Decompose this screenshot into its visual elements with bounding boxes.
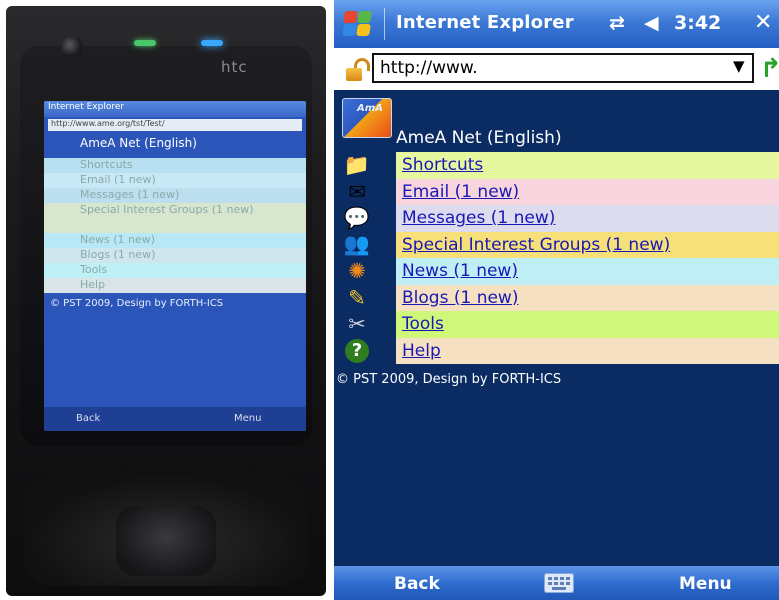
menu-link-news[interactable]: News (1 new) bbox=[402, 261, 518, 281]
messages-icon: 💬 bbox=[343, 205, 371, 230]
site-footer: © PST 2009, Design by FORTH-ICS bbox=[336, 372, 562, 387]
address-bar: http://www. ▼ ↱ bbox=[334, 48, 779, 90]
menu-link-messages[interactable]: Messages (1 new) bbox=[402, 208, 555, 228]
url-input[interactable]: http://www. bbox=[372, 53, 754, 83]
volume-icon[interactable]: ◀ bbox=[644, 12, 659, 34]
menu-item-news[interactable]: ✺ News (1 new) bbox=[334, 258, 779, 285]
mini-title-bar: Internet Explorer bbox=[44, 101, 306, 117]
menu-item-email[interactable]: ✉ Email (1 new) bbox=[334, 178, 779, 205]
title-bar: Internet Explorer ⇄ ◀ 3:42 ✕ bbox=[334, 0, 779, 48]
menu-link-shortcuts[interactable]: Shortcuts bbox=[402, 155, 483, 175]
mini-row: Special Interest Groups (1 new) bbox=[44, 203, 306, 233]
connectivity-icon[interactable]: ⇄ bbox=[609, 12, 625, 34]
mini-address: http://www.ame.org/tst/Test/ bbox=[48, 119, 302, 131]
mini-softkey-right: Menu bbox=[234, 413, 262, 424]
windows-start-icon[interactable] bbox=[342, 10, 372, 38]
mini-row: Email (1 new) bbox=[44, 173, 306, 188]
menu-item-shortcuts[interactable]: 📁 Shortcuts bbox=[334, 152, 779, 179]
menu-item-special-interest-groups[interactable]: 👥 Special Interest Groups (1 new) bbox=[334, 231, 779, 258]
tools-icon: ✂ bbox=[348, 312, 366, 336]
menu-link-help[interactable]: Help bbox=[402, 341, 441, 361]
phone-screen-photo: Internet Explorer http://www.ame.org/tst… bbox=[44, 101, 306, 431]
help-icon: ? bbox=[338, 338, 376, 364]
keyboard-icon[interactable] bbox=[544, 573, 574, 593]
phone-dpad bbox=[116, 506, 216, 576]
menu-link-blogs[interactable]: Blogs (1 new) bbox=[402, 288, 518, 308]
mini-footer: © PST 2009, Design by FORTH-ICS bbox=[50, 298, 224, 309]
mini-row: News (1 new) bbox=[44, 233, 306, 248]
close-button[interactable]: ✕ bbox=[754, 10, 779, 38]
mini-row: Tools bbox=[44, 263, 306, 278]
softkey-bar: Back Menu bbox=[334, 566, 779, 600]
go-arrow-icon[interactable]: ↱ bbox=[760, 54, 779, 84]
menu-link-email[interactable]: Email (1 new) bbox=[402, 182, 519, 202]
menu-softkey[interactable]: Menu bbox=[679, 574, 732, 594]
mini-row: Shortcuts bbox=[44, 158, 306, 173]
shortcuts-icon: 📁 bbox=[343, 152, 371, 177]
site-logo-mark: AmA bbox=[357, 103, 383, 114]
status-led-green bbox=[134, 40, 156, 46]
menu-item-help[interactable]: ? Help bbox=[334, 337, 779, 364]
menu-row-bg bbox=[396, 311, 779, 338]
clock[interactable]: 3:42 bbox=[674, 12, 721, 34]
mini-row: Blogs (1 new) bbox=[44, 248, 306, 263]
site-title: AmeA Net (English) bbox=[396, 128, 562, 148]
email-icon: ✉ bbox=[348, 179, 366, 204]
url-dropdown-arrow[interactable]: ▼ bbox=[733, 57, 745, 75]
page-content: AmA AmeA Net (English) 📁 Shortcuts ✉ Ema… bbox=[334, 90, 779, 585]
menu-item-tools[interactable]: ✂ Tools bbox=[334, 311, 779, 338]
menu-link-tools[interactable]: Tools bbox=[402, 314, 444, 334]
mini-softkey-left: Back bbox=[76, 413, 101, 424]
mini-site-title: AmeA Net (English) bbox=[44, 133, 306, 158]
lock-icon bbox=[346, 58, 370, 82]
blogs-icon: ✎ bbox=[348, 285, 366, 310]
site-logo: AmA bbox=[342, 98, 392, 138]
phone-brand-logo: htc bbox=[221, 58, 248, 76]
news-icon: ✺ bbox=[348, 259, 366, 283]
phone-photo: htc Internet Explorer http://www.ame.org… bbox=[6, 6, 326, 596]
title-divider bbox=[384, 8, 385, 40]
menu-link-groups[interactable]: Special Interest Groups (1 new) bbox=[402, 235, 670, 255]
site-menu: 📁 Shortcuts ✉ Email (1 new) 💬 Messages (… bbox=[334, 152, 779, 364]
mini-row: Messages (1 new) bbox=[44, 188, 306, 203]
menu-item-messages[interactable]: 💬 Messages (1 new) bbox=[334, 205, 779, 232]
app-title: Internet Explorer bbox=[396, 12, 574, 33]
menu-item-blogs[interactable]: ✎ Blogs (1 new) bbox=[334, 284, 779, 311]
mini-softkeys: Back Menu bbox=[44, 407, 306, 431]
groups-icon: 👥 bbox=[343, 232, 371, 256]
menu-row-bg bbox=[396, 337, 779, 364]
front-camera bbox=[61, 36, 83, 58]
site-header: AmA AmeA Net (English) bbox=[334, 90, 779, 152]
status-led-blue bbox=[201, 40, 223, 46]
back-softkey[interactable]: Back bbox=[394, 574, 440, 594]
mini-row: Help bbox=[44, 278, 306, 293]
device-screen: Internet Explorer ⇄ ◀ 3:42 ✕ http://www.… bbox=[334, 0, 779, 600]
